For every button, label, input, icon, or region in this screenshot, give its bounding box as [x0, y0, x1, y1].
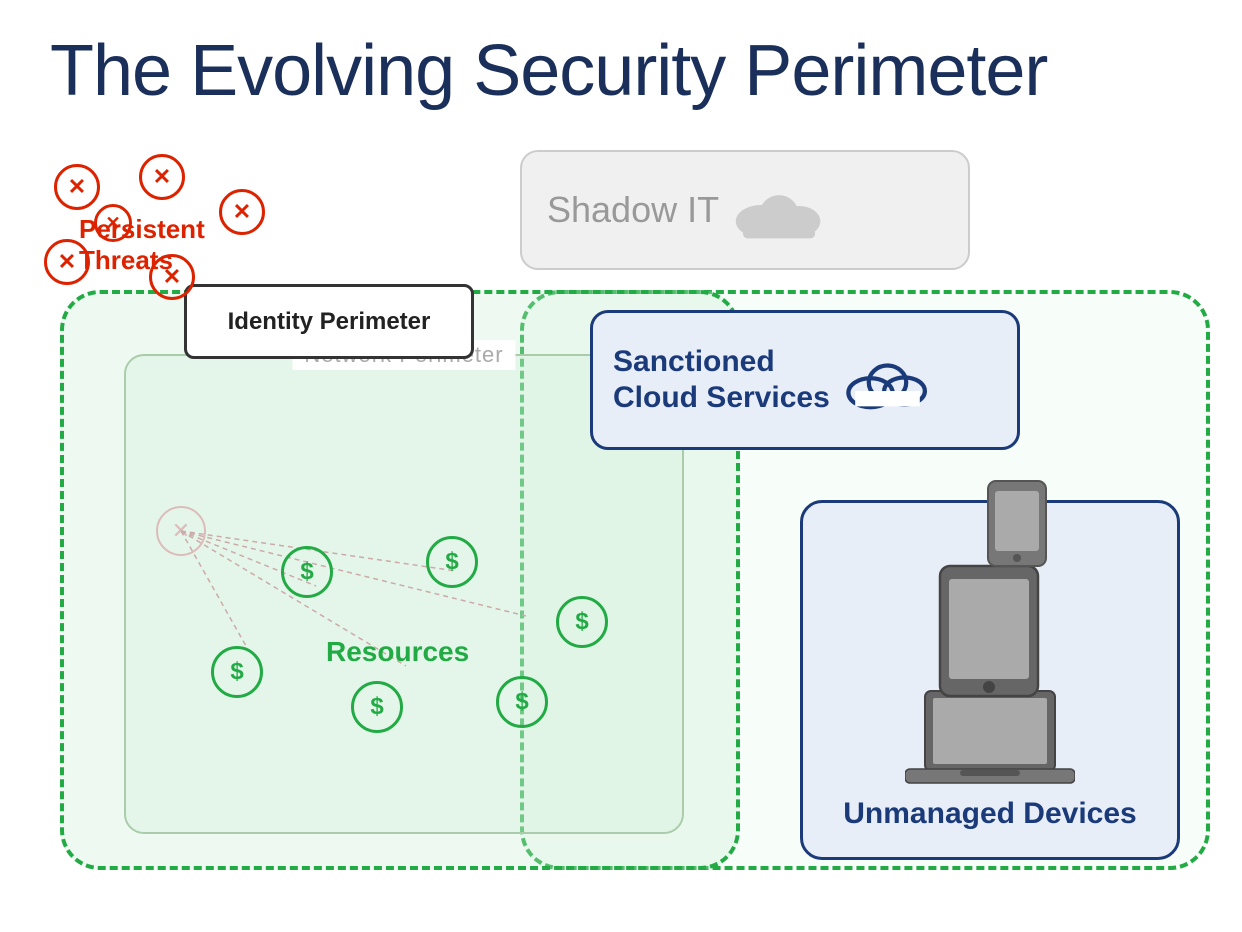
large-tablet-icon: [935, 561, 1045, 701]
devices-icons: [803, 456, 1177, 786]
resource-icon-5: $: [351, 681, 403, 733]
page-title: The Evolving Security Perimeter: [0, 0, 1242, 122]
sanctioned-cloud-box: SanctionedCloud Services: [590, 310, 1020, 450]
sanctioned-label: SanctionedCloud Services: [613, 344, 830, 416]
shadow-it-cloud-icon: [734, 180, 824, 240]
resource-icon-6: $: [496, 676, 548, 728]
persistent-threats-label: PersistentThreats: [79, 214, 205, 276]
laptop-icon: [905, 686, 1075, 786]
diagram-area: Network Perimeter ✕ $ $ $ $ $: [30, 130, 1210, 910]
unmanaged-devices-label: Unmanaged Devices: [843, 796, 1136, 832]
threat-icon-faded: ✕: [156, 506, 206, 556]
sanctioned-cloud-icon: [845, 350, 930, 410]
threat-x-3: ✕: [219, 189, 265, 235]
threat-x-1: ✕: [54, 164, 100, 210]
persistent-threats-area: ✕ ✕ ✕ ✕ ✕ ✕ PersistentThreats: [34, 154, 314, 354]
tablet-icon: [983, 476, 1058, 571]
unmanaged-devices-box: Unmanaged Devices: [800, 500, 1180, 860]
resource-icon-1: $: [281, 546, 333, 598]
threat-x-2: ✕: [139, 154, 185, 200]
resource-icon-3: $: [556, 596, 608, 648]
resource-icon-4: $: [211, 646, 263, 698]
resources-label: Resources: [326, 636, 469, 668]
shadow-it-box: Shadow IT: [520, 150, 970, 270]
shadow-it-label: Shadow IT: [547, 189, 719, 231]
resource-icon-2: $: [426, 536, 478, 588]
